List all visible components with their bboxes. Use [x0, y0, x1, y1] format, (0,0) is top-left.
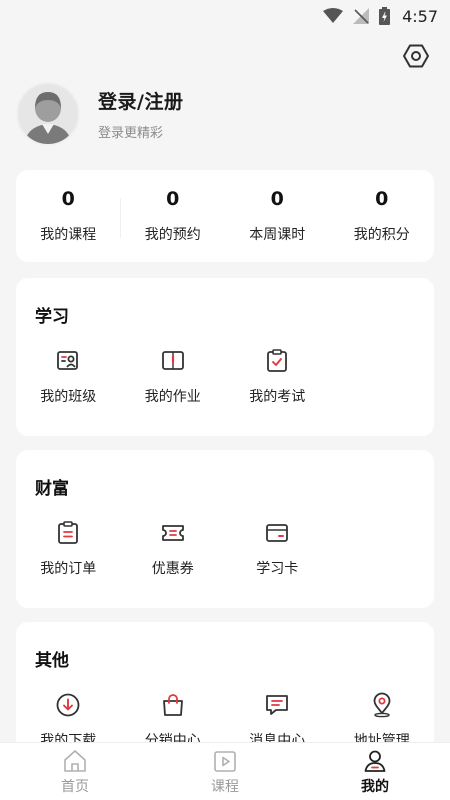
battery-icon — [379, 7, 391, 25]
study-card-item[interactable]: 学习卡 — [225, 520, 330, 578]
coupon-icon — [161, 525, 184, 541]
stat-label: 我的积分 — [353, 227, 410, 243]
home-icon — [64, 749, 86, 772]
order-icon — [58, 521, 79, 544]
profile-icon — [364, 750, 386, 772]
settings-button[interactable] — [402, 42, 430, 70]
tab-label: 课程 — [211, 778, 239, 795]
stats-card: 0 我的课程 0 我的预约 0 本周课时 0 我的积分 — [16, 170, 434, 262]
coupons-item[interactable]: 优惠券 — [121, 520, 226, 578]
tab-mine[interactable]: 我的 — [300, 743, 450, 800]
study-card-icon — [266, 524, 289, 542]
stat-my-appointments[interactable]: 0 我的预约 — [121, 170, 226, 262]
item-label: 我的作业 — [144, 389, 201, 405]
distribution-icon — [162, 694, 183, 716]
settings-icon — [403, 44, 429, 68]
my-homework-item[interactable]: 我的作业 — [121, 348, 226, 406]
status-bar: 4:57 — [0, 0, 450, 32]
stat-value: 0 — [61, 188, 75, 210]
my-class-item[interactable]: 我的班级 — [16, 348, 121, 406]
stat-my-courses[interactable]: 0 我的课程 — [16, 170, 121, 262]
location-icon — [373, 692, 391, 718]
stat-value: 0 — [375, 188, 389, 210]
stat-value: 0 — [166, 188, 180, 210]
item-label: 学习卡 — [256, 561, 299, 577]
exam-icon — [267, 349, 288, 372]
tab-label: 我的 — [361, 778, 389, 795]
message-icon — [266, 695, 289, 715]
stat-label: 我的预约 — [144, 227, 201, 243]
stat-value: 0 — [270, 188, 284, 210]
wealth-section: 财富 我的订单 优惠券 学习卡 — [16, 450, 434, 608]
learn-section: 学习 我的班级 我的作业 我的考试 — [16, 278, 434, 436]
status-time: 4:57 — [402, 6, 438, 26]
avatar[interactable] — [16, 82, 80, 146]
homework-icon — [161, 351, 184, 370]
stat-my-points[interactable]: 0 我的积分 — [330, 170, 435, 262]
my-orders-item[interactable]: 我的订单 — [16, 520, 121, 578]
item-label: 我的班级 — [40, 389, 97, 405]
tab-courses[interactable]: 课程 — [150, 743, 300, 800]
tab-label: 首页 — [61, 778, 89, 795]
course-icon — [214, 750, 236, 772]
default-avatar-icon — [18, 84, 78, 144]
download-icon — [56, 693, 80, 717]
stat-label: 我的课程 — [40, 227, 97, 243]
section-title: 其他 — [35, 651, 69, 671]
profile-header[interactable]: 登录/注册 登录更精彩 — [16, 82, 183, 146]
login-register-link[interactable]: 登录/注册 — [98, 87, 183, 114]
wifi-icon — [323, 8, 344, 23]
login-subtitle: 登录更精彩 — [98, 126, 164, 141]
tab-home[interactable]: 首页 — [0, 743, 150, 800]
my-exam-item[interactable]: 我的考试 — [225, 348, 330, 406]
stat-label: 本周课时 — [249, 227, 306, 243]
stat-weekly-hours[interactable]: 0 本周课时 — [225, 170, 330, 262]
class-icon — [57, 351, 79, 370]
no-signal-icon — [353, 8, 370, 24]
item-label: 优惠券 — [151, 561, 194, 577]
item-label: 我的订单 — [40, 561, 97, 577]
section-title: 学习 — [35, 307, 69, 327]
item-label: 我的考试 — [249, 389, 306, 405]
bottom-tab-bar: 首页 课程 我的 — [0, 742, 450, 800]
section-title: 财富 — [35, 479, 69, 499]
